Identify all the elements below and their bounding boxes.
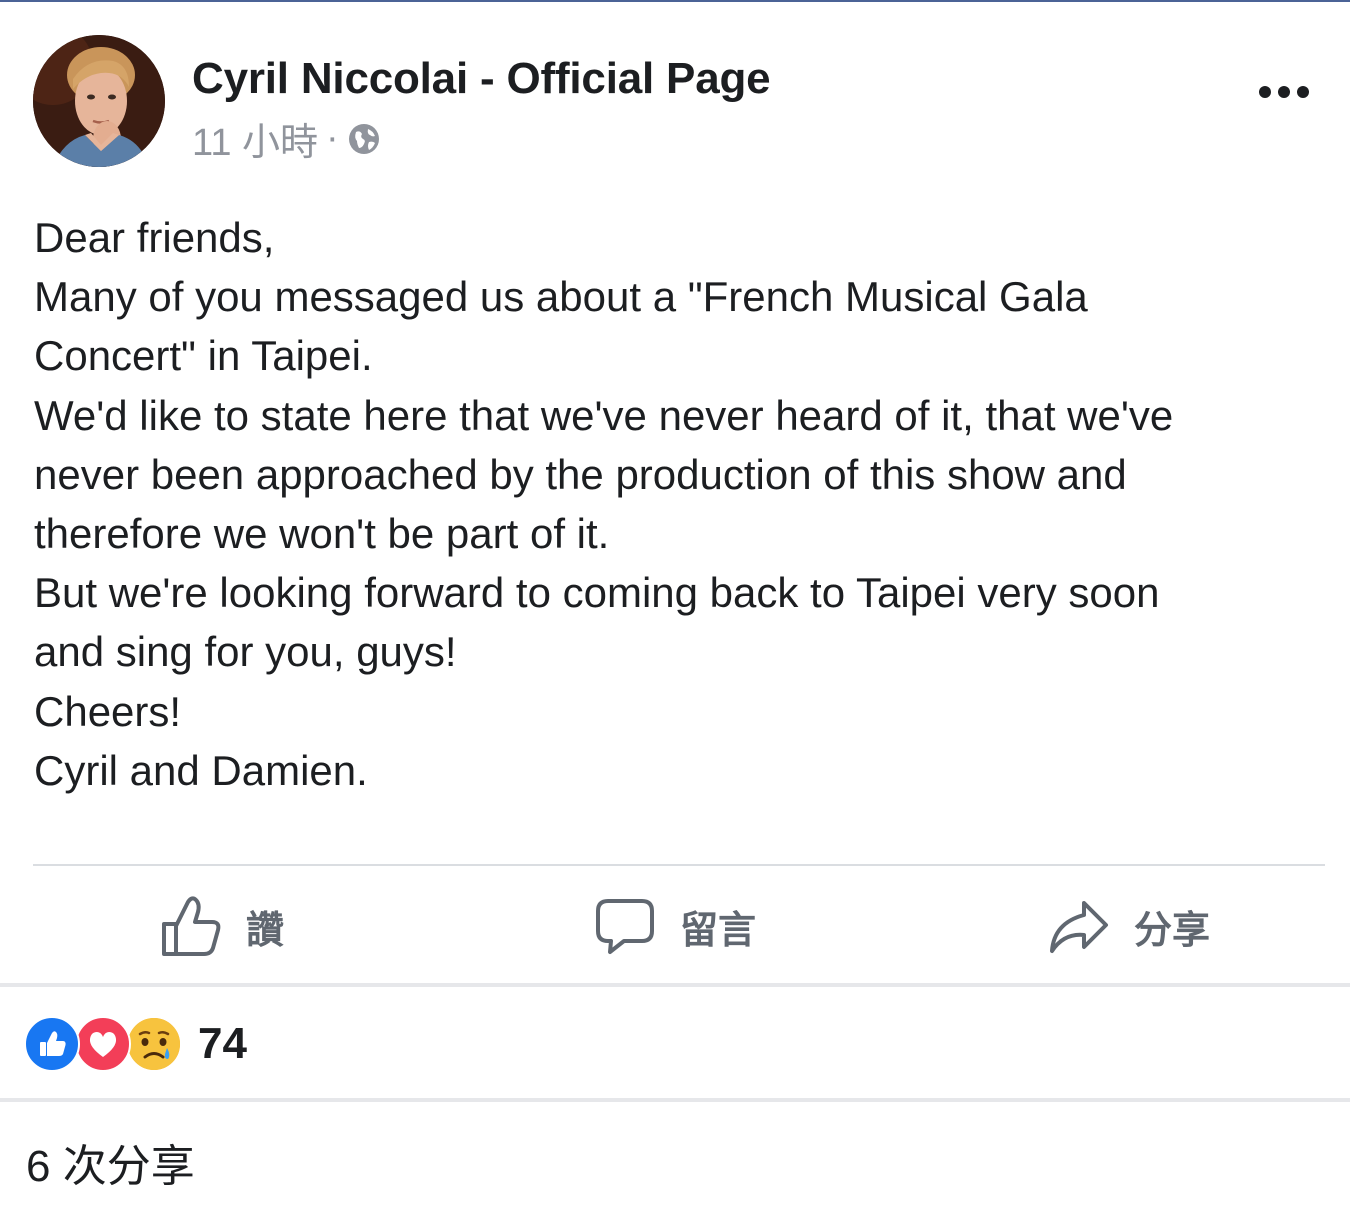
reaction-count: 74 [198,1019,247,1068]
ellipsis-icon [1297,86,1309,98]
post-line: never been approached by the production … [34,450,1127,498]
post-line: But we're looking forward to coming back… [34,569,1160,617]
post-line: Dear friends, [34,214,275,261]
thumbs-up-icon [160,894,222,958]
ellipsis-icon [1278,86,1290,98]
post-text: Dear friends, Many of you messaged us ab… [34,208,1324,800]
post-line: and sing for you, guys! [34,628,457,676]
sad-reaction-icon [126,1016,182,1072]
post-line: Cyril and Damien. [34,746,368,794]
avatar[interactable] [33,35,165,167]
comment-label: 留言 [680,909,757,952]
share-label: 分享 [1134,909,1211,952]
globe-icon[interactable] [347,122,381,156]
page-name[interactable]: Cyril Niccolai - Official Page [192,54,771,104]
post-line: Concert" in Taipei. [34,332,373,380]
divider [33,864,1325,866]
reactions-summary[interactable]: 74 [24,1014,247,1074]
share-count[interactable]: 6 次分享 [26,1130,195,1194]
post-line: Cheers! [34,687,182,735]
like-button[interactable]: 讚 [160,888,284,964]
love-reaction-icon [75,1016,131,1072]
comment-button[interactable]: 留言 [594,888,756,964]
meta-separator: · [326,117,339,159]
post-line: therefore we won't be part of it. [34,510,610,558]
comment-bubble-icon [594,895,656,957]
share-button[interactable]: 分享 [1048,888,1210,964]
ellipsis-icon [1259,86,1271,98]
post-timestamp[interactable]: 11 小時 [192,111,318,166]
top-border [0,0,1350,2]
like-label: 讚 [246,909,285,952]
post-line: We'd like to state here that we've never… [34,391,1174,439]
more-options-button[interactable] [1252,76,1316,108]
share-arrow-icon [1048,895,1110,957]
post-line: Many of you messaged us about a "French … [34,273,1088,321]
like-reaction-icon [24,1016,80,1072]
post-meta: 11 小時 · [192,111,381,166]
section-separator [0,1098,1350,1102]
section-separator [0,983,1350,987]
